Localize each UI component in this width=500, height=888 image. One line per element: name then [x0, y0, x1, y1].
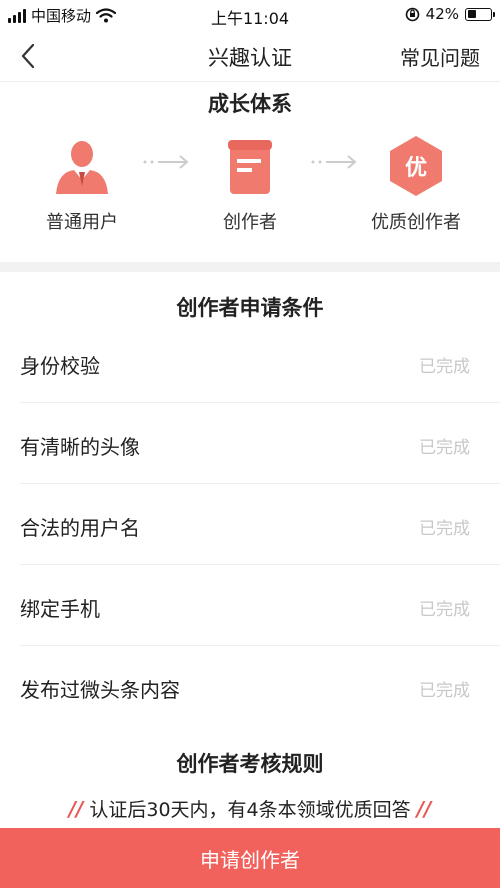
quality-badge-icon: 优 — [390, 136, 442, 196]
stage-normal-user: 普通用户 — [7, 134, 157, 234]
faq-link[interactable]: 常见问题 — [400, 42, 480, 71]
condition-item: 绑定手机 已完成 — [20, 565, 500, 646]
condition-status: 已完成 — [419, 600, 470, 620]
condition-item: 发布过微头条内容 已完成 — [20, 646, 500, 727]
quote-mark-icon: // — [68, 797, 84, 821]
condition-item: 合法的用户名 已完成 — [20, 484, 500, 565]
growth-system-section: 成长体系 普通用户 创作者 优 优质创作者 — [0, 82, 500, 262]
nav-bar: 兴趣认证 常见问题 — [0, 30, 500, 82]
condition-status: 已完成 — [419, 357, 470, 377]
chevron-left-icon — [21, 43, 35, 69]
rules-title: 创作者考核规则 — [176, 752, 324, 776]
apply-creator-button[interactable]: 申请创作者 — [0, 828, 500, 888]
rule-text: 认证后30天内，有4条本领域优质回答 — [89, 799, 411, 821]
svg-text:优: 优 — [405, 155, 427, 181]
battery-level — [467, 10, 477, 18]
quote-mark-icon: // — [416, 797, 432, 821]
conditions-title: 创作者申请条件 — [176, 296, 324, 320]
stage-label: 优质创作者 — [371, 212, 461, 233]
conditions-list: 身份校验 已完成 有清晰的头像 已完成 合法的用户名 已完成 绑定手机 已完成 … — [0, 322, 500, 727]
condition-label: 合法的用户名 — [20, 516, 140, 540]
status-right: 42% — [405, 5, 495, 23]
condition-status: 已完成 — [419, 438, 470, 458]
document-icon — [228, 140, 272, 194]
user-icon — [56, 141, 108, 194]
rule-text-row: // 认证后30天内，有4条本领域优质回答 // — [0, 795, 500, 822]
growth-system-title: 成长体系 — [208, 92, 292, 116]
status-bar: 中国移动 上午11:04 42% — [0, 0, 500, 30]
condition-label: 发布过微头条内容 — [20, 678, 180, 702]
battery-icon — [465, 7, 495, 21]
condition-item: 有清晰的头像 已完成 — [20, 403, 500, 484]
orientation-lock-icon — [405, 7, 419, 21]
stage-quality-creator: 优 优质创作者 — [341, 134, 491, 234]
condition-status: 已完成 — [419, 681, 470, 701]
condition-item: 身份校验 已完成 — [20, 322, 500, 403]
condition-label: 绑定手机 — [20, 597, 100, 621]
condition-status: 已完成 — [419, 519, 470, 539]
back-button[interactable] — [14, 40, 44, 72]
battery-percent: 42% — [425, 5, 459, 23]
section-divider — [0, 262, 500, 272]
stage-label: 普通用户 — [46, 212, 118, 233]
condition-label: 有清晰的头像 — [20, 435, 140, 459]
stage-creator: 创作者 — [175, 134, 325, 234]
condition-label: 身份校验 — [20, 354, 100, 378]
stage-label: 创作者 — [223, 212, 277, 233]
